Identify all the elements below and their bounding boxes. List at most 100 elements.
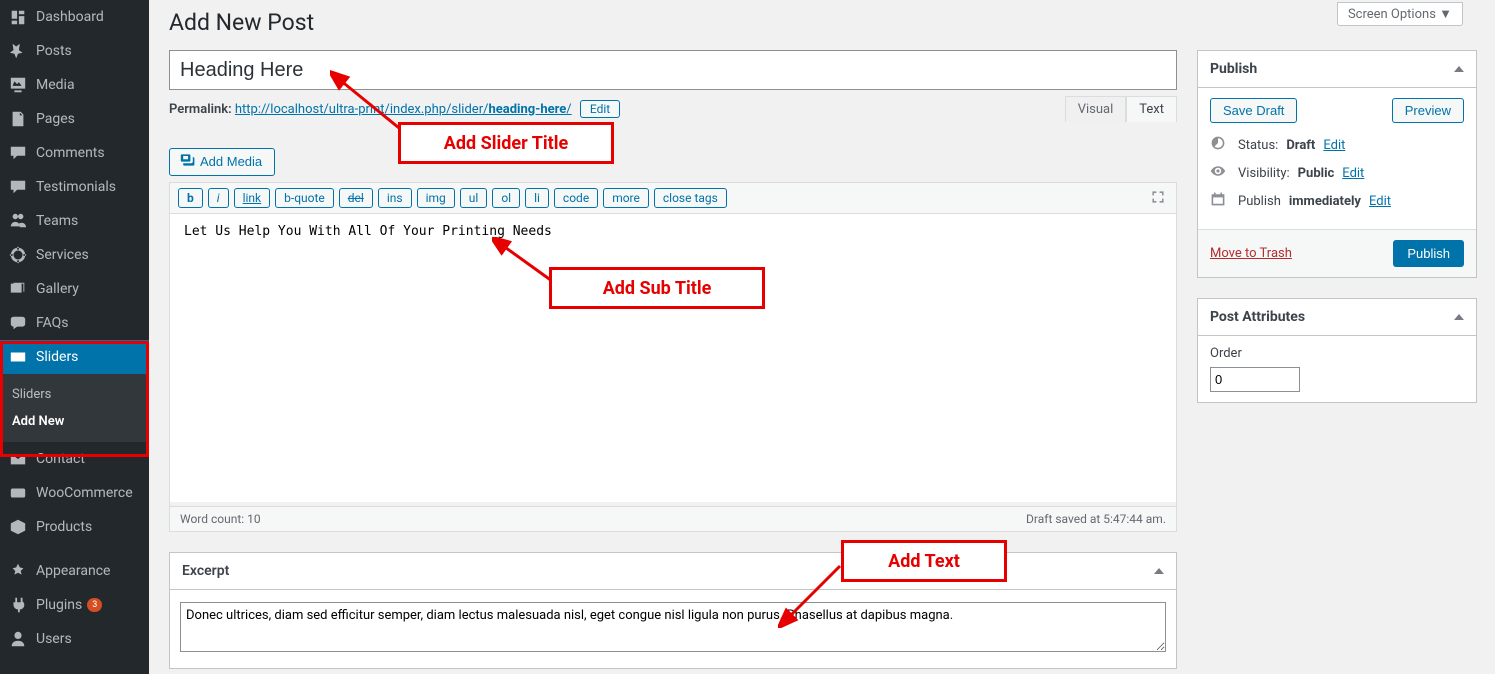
admin-sidebar: Dashboard Posts Media Pages Comments Testimon…: [0, 0, 149, 674]
editor-tabs: Visual Text: [1065, 96, 1177, 122]
visibility-label: Visibility:: [1238, 166, 1290, 181]
edit-schedule-link[interactable]: Edit: [1369, 194, 1391, 209]
status-icon: [1210, 135, 1230, 155]
plugin-icon: [8, 596, 28, 614]
sidebar-item-label: Teams: [36, 213, 78, 229]
sidebar-item-comments[interactable]: Comments: [0, 136, 149, 170]
media-icon: [180, 152, 196, 171]
sidebar-item-label: Products: [36, 519, 92, 535]
pin-icon: [8, 42, 28, 60]
sidebar-item-posts[interactable]: Posts: [0, 34, 149, 68]
sidebar-item-pages[interactable]: Pages: [0, 102, 149, 136]
sidebar-column: Publish Save Draft Preview Status: Draft…: [1197, 50, 1477, 669]
status-label: Status:: [1238, 138, 1278, 153]
publish-box-title: Publish: [1210, 61, 1257, 77]
quicktag-b-quote[interactable]: b-quote: [275, 188, 334, 208]
sidebar-item-contact[interactable]: Contact: [0, 442, 149, 476]
sidebar-item-dashboard[interactable]: Dashboard: [0, 0, 149, 34]
permalink-link[interactable]: http://localhost/ultra-print/index.php/s…: [235, 102, 572, 117]
order-input[interactable]: [1210, 367, 1300, 392]
edit-status-link[interactable]: Edit: [1323, 138, 1345, 153]
post-title-input[interactable]: [169, 50, 1177, 90]
editor-status-bar: Word count: 10 Draft saved at 5:47:44 am…: [170, 506, 1176, 531]
sidebar-item-label: Comments: [36, 145, 105, 161]
sidebar-item-users[interactable]: Users: [0, 622, 149, 656]
permalink-label: Permalink:: [169, 102, 232, 117]
excerpt-textarea[interactable]: Donec ultrices, diam sed efficitur sempe…: [180, 602, 1166, 652]
update-badge: 3: [87, 598, 102, 612]
edit-visibility-link[interactable]: Edit: [1342, 166, 1364, 181]
sidebar-item-label: Media: [36, 77, 75, 93]
faq-icon: [8, 314, 28, 332]
edit-permalink-button[interactable]: Edit: [580, 100, 620, 118]
quicktag-img[interactable]: img: [417, 188, 455, 208]
quicktag-link[interactable]: link: [234, 188, 271, 208]
sidebar-item-appearance[interactable]: Appearance: [0, 554, 149, 588]
content-editor-textarea[interactable]: Let Us Help You With All Of Your Printin…: [170, 214, 1176, 502]
add-media-label: Add Media: [200, 154, 262, 169]
quicktag-more[interactable]: more: [603, 188, 649, 208]
toggle-icon[interactable]: [1454, 314, 1464, 320]
product-icon: [8, 518, 28, 536]
fullscreen-icon[interactable]: [1150, 189, 1166, 209]
preview-button[interactable]: Preview: [1392, 98, 1464, 123]
quicktag-ins[interactable]: ins: [378, 188, 412, 208]
excerpt-box: Excerpt Donec ultrices, diam sed efficit…: [169, 552, 1177, 669]
schedule-value: immediately: [1289, 194, 1361, 209]
quicktag-i[interactable]: i: [208, 188, 229, 208]
page-icon: [8, 110, 28, 128]
dashboard-icon: [8, 8, 28, 26]
calendar-icon: [1210, 191, 1230, 211]
sidebar-item-faqs[interactable]: FAQs: [0, 306, 149, 340]
trash-link[interactable]: Move to Trash: [1210, 246, 1292, 261]
tab-text[interactable]: Text: [1126, 96, 1177, 122]
quicktag-li[interactable]: li: [525, 188, 549, 208]
editor-column: Permalink: http://localhost/ultra-print/…: [169, 50, 1177, 669]
sidebar-item-woocommerce[interactable]: WooCommerce: [0, 476, 149, 510]
publish-box: Publish Save Draft Preview Status: Draft…: [1197, 50, 1477, 278]
slider-icon: [8, 348, 28, 366]
tab-visual[interactable]: Visual: [1065, 96, 1127, 122]
status-value: Draft: [1286, 138, 1315, 153]
quicktag-code[interactable]: code: [554, 188, 598, 208]
sidebar-item-label: Testimonials: [36, 179, 116, 195]
visibility-icon: [1210, 163, 1230, 183]
save-draft-button[interactable]: Save Draft: [1210, 98, 1297, 123]
quicktag-ul[interactable]: ul: [460, 188, 488, 208]
sidebar-item-label: Users: [36, 631, 72, 647]
sidebar-item-plugins[interactable]: Plugins 3: [0, 588, 149, 622]
submenu-item[interactable]: Sliders: [0, 381, 149, 408]
sidebar-item-teams[interactable]: Teams: [0, 204, 149, 238]
sidebar-item-label: FAQs: [36, 315, 69, 331]
sidebar-item-media[interactable]: Media: [0, 68, 149, 102]
sidebar-item-gallery[interactable]: Gallery: [0, 272, 149, 306]
sidebar-item-label: Dashboard: [36, 9, 104, 25]
sidebar-item-products[interactable]: Products: [0, 510, 149, 544]
publish-button[interactable]: Publish: [1393, 240, 1464, 267]
add-media-button[interactable]: Add Media: [169, 148, 275, 176]
sidebar-item-label: Appearance: [36, 563, 110, 579]
quicktag-ol[interactable]: ol: [492, 188, 520, 208]
sidebar-item-label: Plugins: [36, 597, 82, 613]
submenu-item[interactable]: Add New: [0, 408, 149, 435]
woo-icon: [8, 484, 28, 502]
toggle-icon[interactable]: [1154, 568, 1164, 574]
quicktag-close-tags[interactable]: close tags: [654, 188, 727, 208]
screen-options-button[interactable]: Screen Options ▼: [1337, 2, 1463, 26]
schedule-label: Publish: [1238, 194, 1281, 209]
gallery-icon: [8, 280, 28, 298]
sidebar-item-label: Contact: [36, 451, 85, 467]
excerpt-title: Excerpt: [182, 563, 229, 579]
toggle-icon[interactable]: [1454, 66, 1464, 72]
sidebar-item-testimonials[interactable]: Testimonials: [0, 170, 149, 204]
comment-icon: [8, 144, 28, 162]
permalink-row: Permalink: http://localhost/ultra-print/…: [169, 100, 1177, 118]
quicktag-del[interactable]: del: [339, 188, 373, 208]
quicktags-toolbar: bilinkb-quotedelinsimgulollicodemoreclos…: [170, 183, 1176, 214]
sidebar-item-sliders[interactable]: Sliders: [0, 340, 149, 374]
sidebar-item-services[interactable]: Services: [0, 238, 149, 272]
quicktag-b[interactable]: b: [178, 188, 203, 208]
contact-icon: [8, 450, 28, 468]
service-icon: [8, 246, 28, 264]
order-label: Order: [1210, 346, 1464, 361]
